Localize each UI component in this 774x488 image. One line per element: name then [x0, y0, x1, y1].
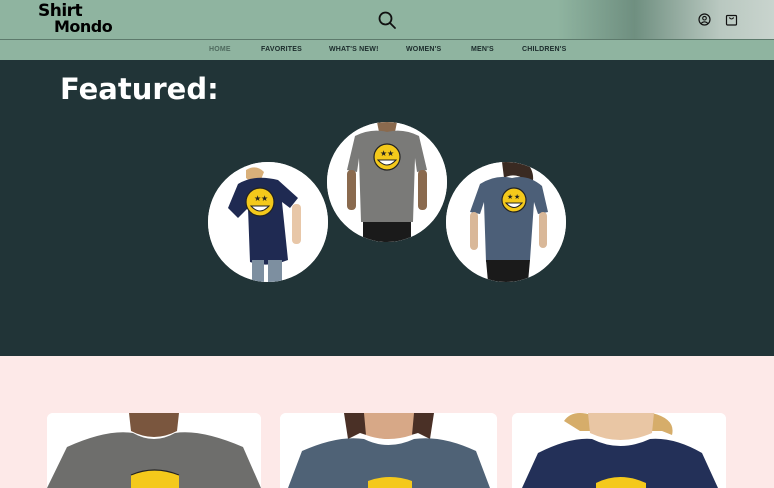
main-nav: HOME FAVORITES WHAT'S NEW! WOMEN'S MEN'S… — [0, 39, 774, 60]
svg-text:★: ★ — [514, 193, 520, 201]
nav-womens[interactable]: WOMEN'S — [406, 46, 441, 53]
nav-home[interactable]: HOME — [209, 46, 231, 53]
shopping-bag-icon[interactable] — [725, 12, 738, 26]
woman-tshirt-image: ★ ★ — [446, 162, 566, 282]
man-tshirt-image — [47, 413, 261, 488]
svg-text:★: ★ — [387, 149, 394, 158]
svg-text:★: ★ — [261, 194, 268, 203]
featured-product-woman[interactable]: ★ ★ — [446, 162, 566, 282]
product-card-kid[interactable] — [512, 413, 726, 488]
brand-logo[interactable]: Shirt Mondo — [38, 3, 118, 36]
svg-text:★: ★ — [507, 193, 513, 201]
featured-title: Featured: — [60, 72, 219, 106]
featured-product-kid[interactable]: ★ ★ — [208, 162, 328, 282]
brand-logo-line2: Mondo — [54, 17, 113, 36]
kid-tshirt-image — [512, 413, 726, 488]
featured-section: Featured: ★ ★ ★ ★ ★ ★ — [0, 60, 774, 356]
nav-mens[interactable]: MEN'S — [471, 46, 494, 53]
product-card-man[interactable] — [47, 413, 261, 488]
nav-favorites[interactable]: FAVORITES — [261, 46, 302, 53]
nav-childrens[interactable]: CHILDREN'S — [522, 46, 567, 53]
top-header: Shirt Mondo — [0, 0, 774, 39]
user-circle-icon[interactable] — [698, 13, 711, 26]
nav-whats-new[interactable]: WHAT'S NEW! — [329, 46, 379, 53]
featured-product-man[interactable]: ★ ★ — [327, 122, 447, 242]
woman-tshirt-image — [280, 413, 497, 488]
search-icon[interactable] — [377, 10, 397, 30]
kid-tshirt-image: ★ ★ — [208, 162, 328, 282]
man-tshirt-image: ★ ★ — [327, 122, 447, 242]
products-section — [0, 356, 774, 488]
product-card-woman[interactable] — [280, 413, 497, 488]
